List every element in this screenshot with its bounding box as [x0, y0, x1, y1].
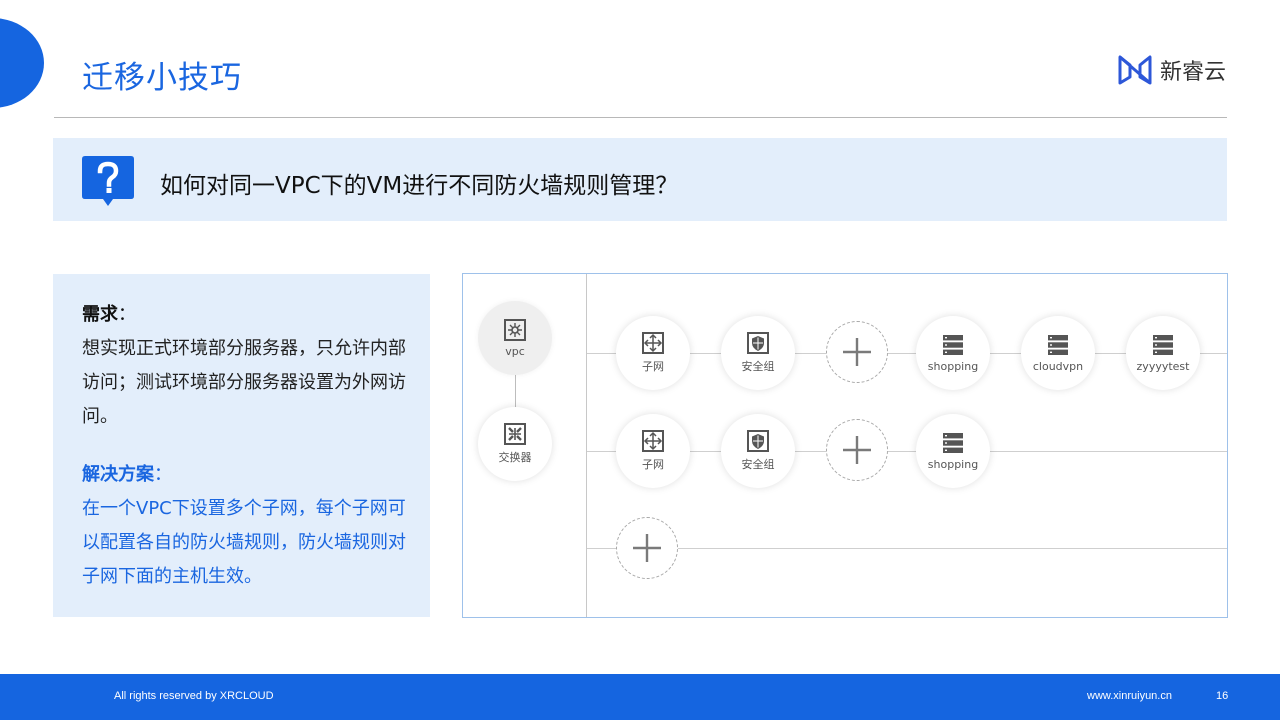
info-panel: 需求： 想实现正式环境部分服务器，只允许内部访问；测试环境部分服务器设置为外网访… — [53, 274, 430, 617]
host-label: shopping — [927, 359, 979, 373]
solution-body: 在一个VPC下设置多个子网，每个子网可以配置各自的防火墙规则，防火墙规则对子网下… — [82, 498, 406, 587]
row2-security-group-node[interactable]: 安全组 — [721, 414, 795, 488]
vpc-label: vpc — [505, 344, 525, 358]
website-link[interactable]: www.xinruiyun.cn — [1087, 690, 1172, 702]
brand-mark-icon — [1118, 55, 1152, 85]
row2-host-node-shopping[interactable]: shopping — [916, 414, 990, 488]
solution-colon: ： — [154, 464, 172, 485]
switch-label: 交换器 — [498, 451, 532, 464]
row1-subnet-node[interactable]: 子网 — [616, 316, 690, 390]
brand-name: 新睿云 — [1159, 60, 1226, 85]
question-banner: 如何对同一VPC下的VM进行不同防火墙规则管理？ — [53, 138, 1227, 221]
subnet-icon — [642, 332, 664, 354]
host-label: shopping — [927, 457, 979, 471]
vpc-icon — [504, 318, 526, 341]
row1-security-group-node[interactable]: 安全组 — [721, 316, 795, 390]
subnet-icon — [642, 430, 664, 452]
row2-subnet-label: 子网 — [642, 458, 664, 471]
row2-add-button[interactable] — [826, 419, 888, 481]
row1-subnet-label: 子网 — [642, 360, 664, 373]
add-subnet-button[interactable] — [616, 517, 678, 579]
plus-icon — [843, 436, 871, 464]
brand-logo: 新睿云 — [1116, 52, 1226, 88]
row1-host-node-shopping[interactable]: shopping — [916, 316, 990, 390]
host-label: zyyyytest — [1136, 359, 1190, 373]
host-label: cloudvpn — [1032, 359, 1084, 373]
corner-decoration — [0, 18, 44, 108]
requirement-heading-label: 需求 — [82, 304, 118, 325]
header-divider — [54, 117, 1227, 118]
row1-add-button[interactable] — [826, 321, 888, 383]
switch-icon — [504, 423, 526, 445]
row2-subnet-node[interactable]: 子网 — [616, 414, 690, 488]
server-icon — [943, 334, 963, 355]
server-icon — [1048, 334, 1068, 355]
requirement-heading: 需求： — [82, 298, 408, 332]
copyright-text: All rights reserved by XRCLOUD — [114, 690, 274, 702]
row1-host-node-cloudvpn[interactable]: cloudvpn — [1021, 316, 1095, 390]
solution-heading-label: 解决方案 — [82, 464, 154, 485]
plus-icon — [843, 338, 871, 366]
requirement-colon: ： — [118, 304, 136, 325]
network-topology-diagram: vpc 交换器 子网 安全组 shopping cloudvpn zyyyyte… — [462, 273, 1228, 618]
question-text: 如何对同一VPC下的VM进行不同防火墙规则管理？ — [160, 173, 679, 199]
vpc-switch-connector — [515, 374, 516, 408]
row3-connector-line — [587, 548, 1227, 549]
sidebar-separator — [586, 274, 587, 617]
footer-bar: All rights reserved by XRCLOUD www.xinru… — [0, 674, 1280, 720]
vpc-node[interactable]: vpc — [478, 301, 552, 375]
shield-icon — [747, 430, 769, 452]
shield-icon — [747, 332, 769, 354]
server-icon — [943, 432, 963, 453]
plus-icon — [633, 534, 661, 562]
requirement-body: 想实现正式环境部分服务器，只允许内部访问；测试环境部分服务器设置为外网访问。 — [82, 338, 406, 427]
solution-heading: 解决方案： — [82, 458, 408, 492]
server-icon — [1153, 334, 1173, 355]
page-title: 迁移小技巧 — [82, 60, 242, 96]
row1-security-group-label: 安全组 — [741, 360, 775, 373]
question-bubble-icon — [82, 156, 134, 206]
switch-node[interactable]: 交换器 — [478, 407, 552, 481]
page-number: 16 — [1216, 690, 1229, 702]
row1-host-node-zyyyytest[interactable]: zyyyytest — [1126, 316, 1200, 390]
row2-security-group-label: 安全组 — [741, 458, 775, 471]
